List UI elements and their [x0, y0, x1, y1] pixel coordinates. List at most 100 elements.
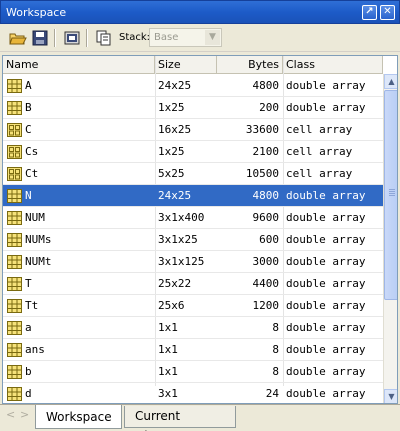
title-bar: Workspace ↗ ✕	[0, 0, 400, 24]
tab-scroll-right-icon[interactable]: >	[20, 408, 29, 421]
matrix-icon	[7, 101, 22, 115]
variable-class: double array	[286, 299, 366, 312]
table-row[interactable]: b 1x1 8 double array	[3, 361, 383, 383]
table-row[interactable]: Cs 1x25 2100 cell array	[3, 141, 383, 163]
matrix-icon	[7, 321, 22, 335]
variable-name: T	[25, 277, 32, 290]
variable-bytes: 8	[272, 365, 279, 378]
scrollbar-thumb[interactable]	[384, 90, 397, 300]
variable-class: double array	[286, 387, 366, 400]
variable-name: N	[25, 189, 32, 202]
variable-class: cell array	[286, 123, 353, 136]
tab-current-directory[interactable]: Current Directory	[124, 406, 236, 431]
undock-arrow-icon: ↗	[365, 6, 374, 17]
variable-name: C	[25, 123, 32, 136]
variable-class: double array	[286, 101, 366, 114]
table-row[interactable]: N 24x25 4800 double array	[3, 185, 383, 207]
scroll-up-button[interactable]: ▲	[384, 74, 397, 89]
cell-array-icon	[7, 167, 22, 181]
toolbar-separator	[86, 29, 88, 47]
variable-size: 1x1	[158, 321, 178, 334]
import-data-icon	[64, 31, 80, 45]
variable-class: double array	[286, 211, 366, 224]
matrix-icon	[7, 277, 22, 291]
tab-scroll-left-icon[interactable]: <	[6, 408, 15, 421]
tab-workspace[interactable]: Workspace	[35, 405, 122, 429]
matrix-icon	[7, 233, 22, 247]
variable-name: NUMs	[25, 233, 52, 246]
matrix-icon	[7, 299, 22, 313]
column-header-size[interactable]: Size	[155, 56, 217, 74]
table-row[interactable]: A 24x25 4800 double array	[3, 75, 383, 97]
variable-bytes: 24	[265, 387, 279, 400]
scroll-down-button[interactable]: ▼	[384, 389, 397, 403]
print-button[interactable]	[94, 29, 114, 47]
variable-class: double array	[286, 189, 366, 202]
matrix-icon	[7, 255, 22, 269]
variable-size: 24x25	[158, 189, 192, 202]
toolbar: Stack: Base ▼	[0, 24, 400, 52]
variable-name: NUM	[25, 211, 45, 224]
chevron-down-icon: ▼	[205, 30, 220, 45]
variable-class: double array	[286, 365, 366, 378]
open-folder-button[interactable]	[8, 29, 28, 47]
cell-array-icon	[7, 145, 22, 159]
table-row[interactable]: d 3x1 24 double array	[3, 383, 383, 403]
table-row[interactable]: Ct 5x25 10500 cell array	[3, 163, 383, 185]
variable-size: 25x22	[158, 277, 192, 290]
variable-name: A	[25, 79, 32, 92]
variable-bytes: 10500	[245, 167, 279, 180]
matrix-icon	[7, 79, 22, 93]
print-copy-icon	[96, 30, 111, 46]
variable-class: cell array	[286, 145, 353, 158]
variable-size: 1x1	[158, 365, 178, 378]
variable-name: d	[25, 387, 32, 400]
variable-bytes: 33600	[245, 123, 279, 136]
variable-size: 1x1	[158, 343, 178, 356]
variable-name: Cs	[25, 145, 39, 158]
stack-dropdown[interactable]: Base ▼	[149, 28, 222, 47]
column-header-class[interactable]: Class	[283, 56, 383, 74]
close-button[interactable]: ✕	[380, 5, 395, 20]
cell-array-icon	[7, 123, 22, 137]
variable-name: NUMt	[25, 255, 52, 268]
table-row[interactable]: B 1x25 200 double array	[3, 97, 383, 119]
variable-bytes: 3000	[252, 255, 280, 268]
variable-name: Tt	[25, 299, 39, 312]
variable-class: double array	[286, 255, 366, 268]
variable-size: 3x1	[158, 387, 178, 400]
import-data-button[interactable]	[62, 29, 82, 47]
table-row[interactable]: C 16x25 33600 cell array	[3, 119, 383, 141]
variable-size: 24x25	[158, 79, 192, 92]
table-row[interactable]: ans 1x1 8 double array	[3, 339, 383, 361]
vertical-scrollbar[interactable]: ▲ ▼	[383, 74, 397, 403]
variable-class: double array	[286, 233, 366, 246]
table-row[interactable]: NUMt 3x1x125 3000 double array	[3, 251, 383, 273]
window-title: Workspace	[6, 6, 67, 19]
matrix-icon	[7, 365, 22, 379]
variable-list: A 24x25 4800 double array B 1x25 200 double arr…	[3, 75, 383, 403]
variable-bytes: 4400	[252, 277, 280, 290]
matrix-icon	[7, 343, 22, 357]
workspace-table: Name Size Bytes Class A 24x25 4800 double a…	[2, 55, 398, 404]
table-row[interactable]: a 1x1 8 double array	[3, 317, 383, 339]
table-row[interactable]: NUM 3x1x400 9600 double array	[3, 207, 383, 229]
column-header-bytes[interactable]: Bytes	[217, 56, 283, 74]
variable-class: double array	[286, 321, 366, 334]
column-header-name[interactable]: Name	[3, 56, 155, 74]
close-icon: ✕	[383, 6, 392, 17]
save-button[interactable]	[30, 29, 50, 47]
variable-bytes: 9600	[252, 211, 280, 224]
variable-bytes: 2100	[252, 145, 280, 158]
variable-size: 1x25	[158, 145, 185, 158]
variable-size: 3x1x25	[158, 233, 198, 246]
table-row[interactable]: NUMs 3x1x25 600 double array	[3, 229, 383, 251]
table-row[interactable]: Tt 25x6 1200 double array	[3, 295, 383, 317]
table-row[interactable]: T 25x22 4400 double array	[3, 273, 383, 295]
variable-name: ans	[25, 343, 45, 356]
undock-button[interactable]: ↗	[362, 5, 377, 20]
toolbar-separator	[54, 29, 56, 47]
variable-size: 1x25	[158, 101, 185, 114]
variable-name: Ct	[25, 167, 39, 180]
variable-class: double array	[286, 79, 366, 92]
